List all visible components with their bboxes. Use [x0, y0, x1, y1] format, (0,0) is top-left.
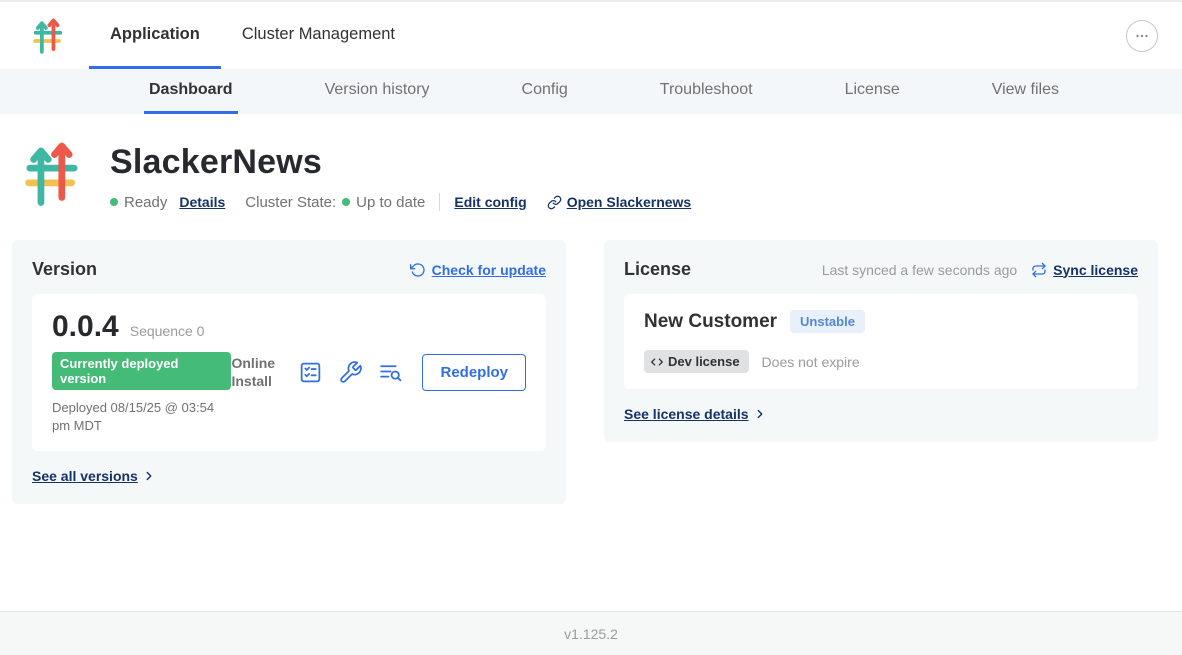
tab-application[interactable]: Application — [89, 2, 221, 69]
top-nav: Application Cluster Management — [0, 2, 1182, 69]
subnav-tab-license[interactable]: License — [840, 69, 905, 114]
license-type-row: Dev license Does not expire — [644, 350, 1118, 373]
install-type-label: Online Install — [231, 355, 283, 390]
license-card-title: License — [624, 259, 691, 280]
customer-row: New Customer Unstable — [644, 310, 1118, 333]
version-number-row: 0.0.4 Sequence 0 — [52, 310, 231, 344]
open-app-link[interactable]: Open Slackernews — [547, 194, 692, 210]
preflight-checks-icon[interactable] — [338, 360, 363, 385]
sync-arrows-icon — [1031, 262, 1047, 278]
sync-license-label: Sync license — [1053, 262, 1138, 278]
refresh-icon — [410, 262, 426, 278]
license-details-panel: New Customer Unstable Dev license Does n… — [624, 294, 1138, 389]
see-all-versions-link[interactable]: See all versions — [32, 468, 156, 484]
console-footer: v1.125.2 — [0, 611, 1182, 655]
redeploy-button[interactable]: Redeploy — [422, 354, 526, 391]
license-type-label: Dev license — [668, 354, 740, 369]
app-icon — [25, 139, 79, 212]
page-title: SlackerNews — [110, 143, 691, 182]
version-card-header: Version Check for update — [32, 259, 546, 280]
open-app-link-label: Open Slackernews — [567, 194, 692, 210]
customer-name: New Customer — [644, 311, 777, 333]
console-version: v1.125.2 — [564, 626, 618, 642]
version-info: 0.0.4 Sequence 0 Currently deployed vers… — [52, 310, 231, 435]
chevron-right-icon — [753, 407, 767, 421]
check-for-update-label: Check for update — [432, 262, 546, 278]
last-synced-text: Last synced a few seconds ago — [822, 262, 1017, 278]
version-sequence: Sequence 0 — [130, 323, 205, 339]
tab-cluster-management[interactable]: Cluster Management — [221, 2, 416, 69]
deploy-logs-icon[interactable] — [378, 360, 403, 385]
version-actions: Online Install — [231, 354, 526, 391]
ellipsis-icon — [1133, 27, 1151, 45]
subnav-tab-view-files[interactable]: View files — [987, 69, 1064, 114]
top-nav-tabs: Application Cluster Management — [89, 2, 416, 69]
subnav-tab-dashboard[interactable]: Dashboard — [144, 69, 238, 114]
deployed-badge: Currently deployed version — [52, 352, 231, 390]
subnav-tab-troubleshoot[interactable]: Troubleshoot — [655, 69, 758, 114]
release-notes-icon[interactable] — [298, 360, 323, 385]
main-content: SlackerNews Ready Details Cluster State:… — [0, 114, 1182, 611]
license-card-header: License Last synced a few seconds ago Sy… — [624, 259, 1138, 280]
channel-badge: Unstable — [790, 310, 865, 333]
see-license-details-link[interactable]: See license details — [624, 406, 767, 422]
app-hero-text: SlackerNews Ready Details Cluster State:… — [110, 139, 691, 212]
version-card-title: Version — [32, 259, 97, 280]
subnav-tab-config[interactable]: Config — [517, 69, 573, 114]
app-sub-nav: Dashboard Version history Config Trouble… — [0, 69, 1182, 114]
license-card: License Last synced a few seconds ago Sy… — [604, 240, 1158, 442]
app-status-row: Ready Details Cluster State: Up to date … — [110, 193, 691, 211]
deployed-timestamp: Deployed 08/15/25 @ 03:54 pm MDT — [52, 399, 231, 435]
current-version-panel: 0.0.4 Sequence 0 Currently deployed vers… — [32, 294, 546, 451]
app-hero: SlackerNews Ready Details Cluster State:… — [0, 114, 1182, 212]
cluster-state-dot — [342, 198, 350, 206]
code-brackets-icon — [650, 355, 664, 369]
dashboard-cards: Version Check for update 0.0.4 Sequence … — [0, 212, 1182, 504]
app-status-text: Ready — [124, 194, 167, 211]
license-type-badge: Dev license — [644, 350, 749, 373]
app-logo[interactable] — [33, 2, 63, 69]
details-link[interactable]: Details — [179, 194, 225, 210]
status-divider — [439, 193, 440, 211]
cluster-state-text: Up to date — [356, 194, 425, 211]
sync-license-link[interactable]: Sync license — [1031, 262, 1138, 278]
license-expiration: Does not expire — [762, 354, 860, 370]
see-all-versions-label: See all versions — [32, 468, 138, 484]
edit-config-link[interactable]: Edit config — [454, 194, 526, 210]
chain-link-icon — [547, 195, 562, 210]
version-card: Version Check for update 0.0.4 Sequence … — [12, 240, 566, 504]
check-for-update-link[interactable]: Check for update — [410, 262, 546, 278]
more-options-button[interactable] — [1126, 20, 1158, 52]
slackernews-logo-icon — [33, 17, 63, 54]
version-number: 0.0.4 — [52, 310, 119, 344]
see-license-details-label: See license details — [624, 406, 749, 422]
chevron-right-icon — [142, 469, 156, 483]
cluster-state-label: Cluster State: — [245, 194, 336, 211]
app-status-dot — [110, 198, 118, 206]
subnav-tab-version-history[interactable]: Version history — [320, 69, 435, 114]
